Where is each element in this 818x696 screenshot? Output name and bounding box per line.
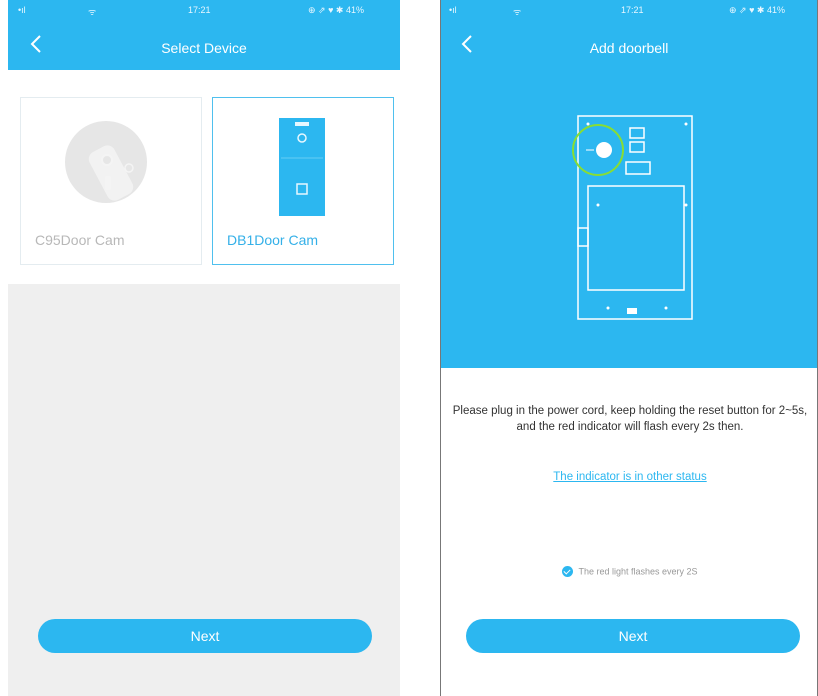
next-button[interactable]: Next (38, 619, 372, 653)
device-name: DB1Door Cam (227, 232, 319, 248)
status-indicators: ⊕ ⇗ ♥ ✱ 41% (729, 5, 785, 15)
signal-indicator: •ıl (18, 5, 26, 15)
page-title: Add doorbell (589, 40, 669, 56)
check-circle-icon[interactable] (562, 566, 574, 578)
status-indicators: ⊕ ⇗ ♥ ✱ 41% (308, 5, 364, 15)
confirm-label: The red light flashes every 2S (578, 566, 698, 577)
page-title: Select Device (161, 40, 247, 56)
red-light-confirm[interactable]: The red light flashes every 2S (441, 566, 817, 578)
wifi-icon: ᯤ (88, 7, 97, 17)
wifi-icon: ᯤ (513, 7, 522, 17)
status-bar: •ıl ᯤ 17:21 ⊕ ⇗ ♥ ✱ 41% (441, 0, 817, 20)
instruction-text: Please plug in the power cord, keep hold… (452, 405, 808, 433)
other-status-link[interactable]: The indicator is in other status (441, 471, 817, 483)
add-doorbell-screen: •ıl ᯤ 17:21 ⊕ ⇗ ♥ ✱ 41% Add doorbell Ple… (440, 0, 818, 696)
navigation-bar: •ıl ᯤ 17:21 ⊕ ⇗ ♥ ✱ 41% Add doorbell (441, 0, 817, 74)
select-device-screen: •ıl ᯤ 17:21 ⊕ ⇗ ♥ ✱ 41% Select Device C9… (8, 0, 400, 696)
device-card-db1[interactable]: DB1Door Cam (212, 97, 394, 265)
signal-indicator: •ıl (449, 5, 457, 15)
device-name: C95Door Cam (35, 232, 125, 248)
device-card-c95[interactable]: C95Door Cam (20, 97, 202, 265)
status-time: 17:21 (621, 5, 644, 15)
next-button[interactable]: Next (466, 619, 800, 653)
doorbell-back-diagram (572, 115, 693, 320)
status-time: 17:21 (188, 5, 211, 15)
doorbell-illustration-panel (441, 74, 817, 368)
navigation-bar: •ıl ᯤ 17:21 ⊕ ⇗ ♥ ✱ 41% Select Device (8, 0, 400, 70)
doorbell-icon (279, 118, 325, 216)
status-bar: •ıl ᯤ 17:21 ⊕ ⇗ ♥ ✱ 41% (8, 0, 400, 20)
doorbell-camera-icon (65, 121, 147, 203)
